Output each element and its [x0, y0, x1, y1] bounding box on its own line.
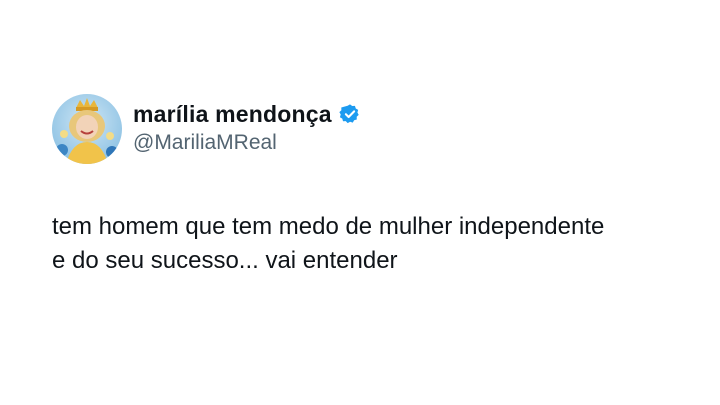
tweet-text-line: tem homem que tem medo de mulher indepen…	[52, 213, 605, 240]
user-handle[interactable]: @MariliaMReal	[133, 131, 361, 155]
tweet-text: tem homem que tem medo de mulher indepen…	[52, 210, 692, 278]
avatar[interactable]	[52, 94, 122, 164]
tweet-header: marília mendonça @MariliaMReal	[52, 94, 692, 164]
avatar-image	[52, 94, 122, 164]
verified-badge-icon	[339, 103, 361, 125]
top-background	[0, 0, 720, 70]
tweet-card[interactable]: marília mendonça @MariliaMReal tem homem…	[52, 94, 692, 294]
name-block: marília mendonça @MariliaMReal	[133, 100, 361, 155]
display-name-row: marília mendonça	[133, 100, 361, 128]
tweet-text-line: e do seu sucesso... vai entender	[52, 247, 398, 274]
display-name[interactable]: marília mendonça	[133, 101, 332, 128]
